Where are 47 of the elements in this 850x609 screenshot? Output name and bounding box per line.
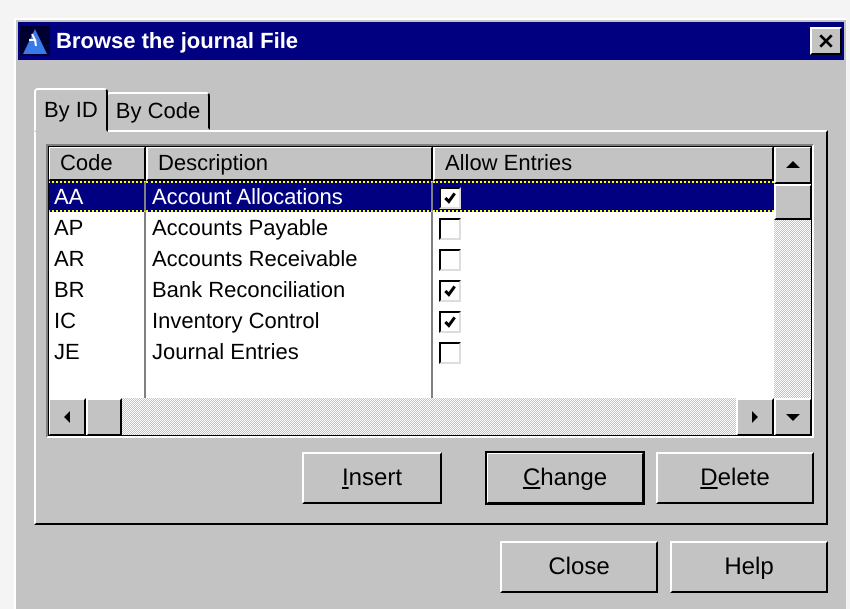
table-cell: AA xyxy=(48,181,146,212)
right-arrow-icon xyxy=(751,411,759,423)
table-cell: Journal Entries xyxy=(146,336,433,367)
column-header[interactable]: Code xyxy=(48,146,146,181)
checkbox[interactable] xyxy=(439,249,461,272)
check-icon xyxy=(443,315,457,330)
table-cell: Inventory Control xyxy=(146,305,433,336)
checkbox[interactable] xyxy=(439,218,461,240)
checkbox[interactable] xyxy=(439,311,461,334)
down-arrow-icon xyxy=(786,413,800,421)
push-button[interactable]: Help xyxy=(670,541,828,593)
table-cell: Bank Reconciliation xyxy=(146,274,433,305)
check-icon xyxy=(443,191,457,206)
push-button[interactable]: Delete xyxy=(656,452,814,504)
table-cell: AR xyxy=(48,243,146,274)
table-cell: BR xyxy=(48,274,146,305)
column-header[interactable]: Allow Entries xyxy=(433,146,774,181)
close-button[interactable] xyxy=(810,27,842,55)
close-icon xyxy=(818,34,834,48)
push-button[interactable]: Insert xyxy=(302,452,442,504)
checkbox[interactable] xyxy=(439,342,461,364)
table-cell: Accounts Receivable xyxy=(146,243,433,274)
table-cell: AP xyxy=(48,212,146,243)
left-arrow-icon xyxy=(63,411,71,423)
scroll-thumb[interactable] xyxy=(86,398,122,436)
push-button[interactable]: Change xyxy=(486,452,644,504)
horizontal-scrollbar[interactable] xyxy=(48,398,774,436)
scroll-thumb[interactable] xyxy=(774,184,812,220)
tab[interactable]: By ID xyxy=(34,88,108,132)
scroll-down-button[interactable] xyxy=(774,398,812,436)
table-cell: JE xyxy=(48,336,146,367)
table-cell: IC xyxy=(48,305,146,336)
checkbox[interactable] xyxy=(439,187,461,210)
check-icon xyxy=(443,284,457,298)
scroll-left-button[interactable] xyxy=(48,398,86,436)
table-cell: Account Allocations xyxy=(146,181,433,212)
column-header[interactable]: Description xyxy=(146,146,433,181)
scroll-right-button[interactable] xyxy=(736,398,774,436)
tab[interactable]: By Code xyxy=(106,92,210,130)
table-cell: Accounts Payable xyxy=(146,212,433,243)
checkbox[interactable] xyxy=(439,280,461,302)
window-title: Browse the journal File xyxy=(56,28,300,54)
vertical-scrollbar[interactable] xyxy=(774,146,812,436)
up-arrow-icon xyxy=(786,161,800,169)
app-icon xyxy=(20,26,50,56)
scroll-up-button[interactable] xyxy=(774,146,812,184)
push-button[interactable]: Close xyxy=(500,541,658,593)
